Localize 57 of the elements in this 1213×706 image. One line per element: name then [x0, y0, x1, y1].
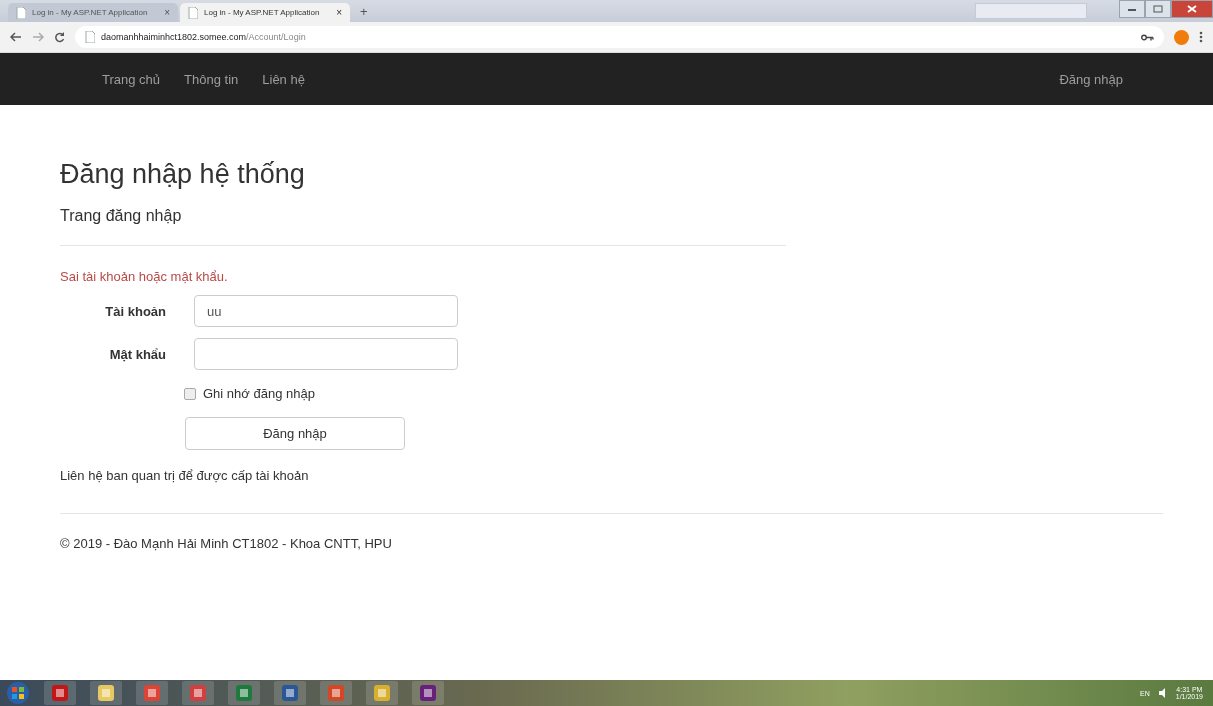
minimize-button[interactable] [1119, 0, 1145, 18]
app-icon [97, 684, 115, 702]
app-icon [189, 684, 207, 702]
page-icon [188, 6, 198, 19]
page-icon [85, 31, 95, 43]
taskbar-button[interactable] [228, 681, 260, 705]
taskbar-button[interactable] [412, 681, 444, 705]
taskbar-button[interactable] [182, 681, 214, 705]
app-icon [281, 684, 299, 702]
forward-icon[interactable] [32, 32, 44, 42]
close-window-button[interactable] [1171, 0, 1213, 18]
taskbar-button[interactable] [90, 681, 122, 705]
checkbox[interactable] [184, 387, 196, 400]
app-icon [327, 684, 345, 702]
close-tab-button[interactable]: × [164, 7, 170, 18]
speaker-icon[interactable] [1157, 688, 1168, 698]
field-label: Tài khoản [104, 303, 166, 319]
app-icon [51, 684, 69, 702]
contact-note: Liên hệ ban quan trị để được cấp tài khoản [60, 468, 310, 483]
page-title: Đăng nhập hệ thống [60, 159, 306, 191]
app-icon [373, 684, 391, 702]
nav-link[interactable]: Trang chủ [90, 71, 173, 87]
restore-icon [1153, 5, 1163, 13]
profile-avatar-icon[interactable] [1174, 29, 1189, 45]
taskbar-button[interactable] [274, 681, 306, 705]
browser-tab[interactable]: Log in - My ASP.NET Application × [180, 3, 350, 22]
menu-icon[interactable] [1199, 31, 1203, 43]
taskbar-button[interactable] [44, 681, 76, 705]
app-icon [235, 684, 253, 702]
reload-icon[interactable] [54, 31, 65, 43]
error-message: Sai tài khoản hoặc mật khẩu. [60, 269, 229, 284]
taskbar-button[interactable] [320, 681, 352, 705]
checkbox-label: Ghi nhớ đăng nhập [203, 386, 315, 401]
nav-link[interactable]: Thông tin [172, 71, 251, 87]
key-icon[interactable] [1141, 33, 1154, 41]
new-tab-button[interactable]: + [360, 3, 368, 19]
close-icon [1187, 5, 1197, 13]
input-field[interactable] [194, 338, 458, 370]
app-icon [419, 684, 437, 702]
minimize-icon [1127, 6, 1137, 12]
address-field[interactable]: daomanhhaiminhct1802.somee.com/Account/Login [101, 32, 306, 42]
nav-link[interactable]: Liên hệ [250, 71, 317, 87]
search-field[interactable] [975, 3, 1087, 19]
app-icon [143, 684, 161, 702]
footer-text: © 2019 - Đào Mạnh Hải Minh CT1802 - Khoa CNTT, HPU [60, 536, 393, 551]
start-orb-icon[interactable] [6, 681, 30, 705]
browser-tab[interactable]: Log in - My ASP.NET Application × [8, 3, 178, 22]
close-tab-button[interactable]: × [336, 7, 342, 18]
login-button[interactable]: Đăng nhập [185, 417, 405, 450]
page-subtitle: Trang đăng nhập [60, 207, 183, 225]
login-link[interactable]: Đăng nhập [1047, 71, 1135, 87]
page-icon [16, 6, 26, 19]
taskbar-button[interactable] [136, 681, 168, 705]
taskbar-button[interactable] [366, 681, 398, 705]
field-label: Mật khẩu [108, 346, 166, 362]
input-field[interactable]: uu [194, 295, 458, 327]
back-icon[interactable] [10, 32, 22, 42]
